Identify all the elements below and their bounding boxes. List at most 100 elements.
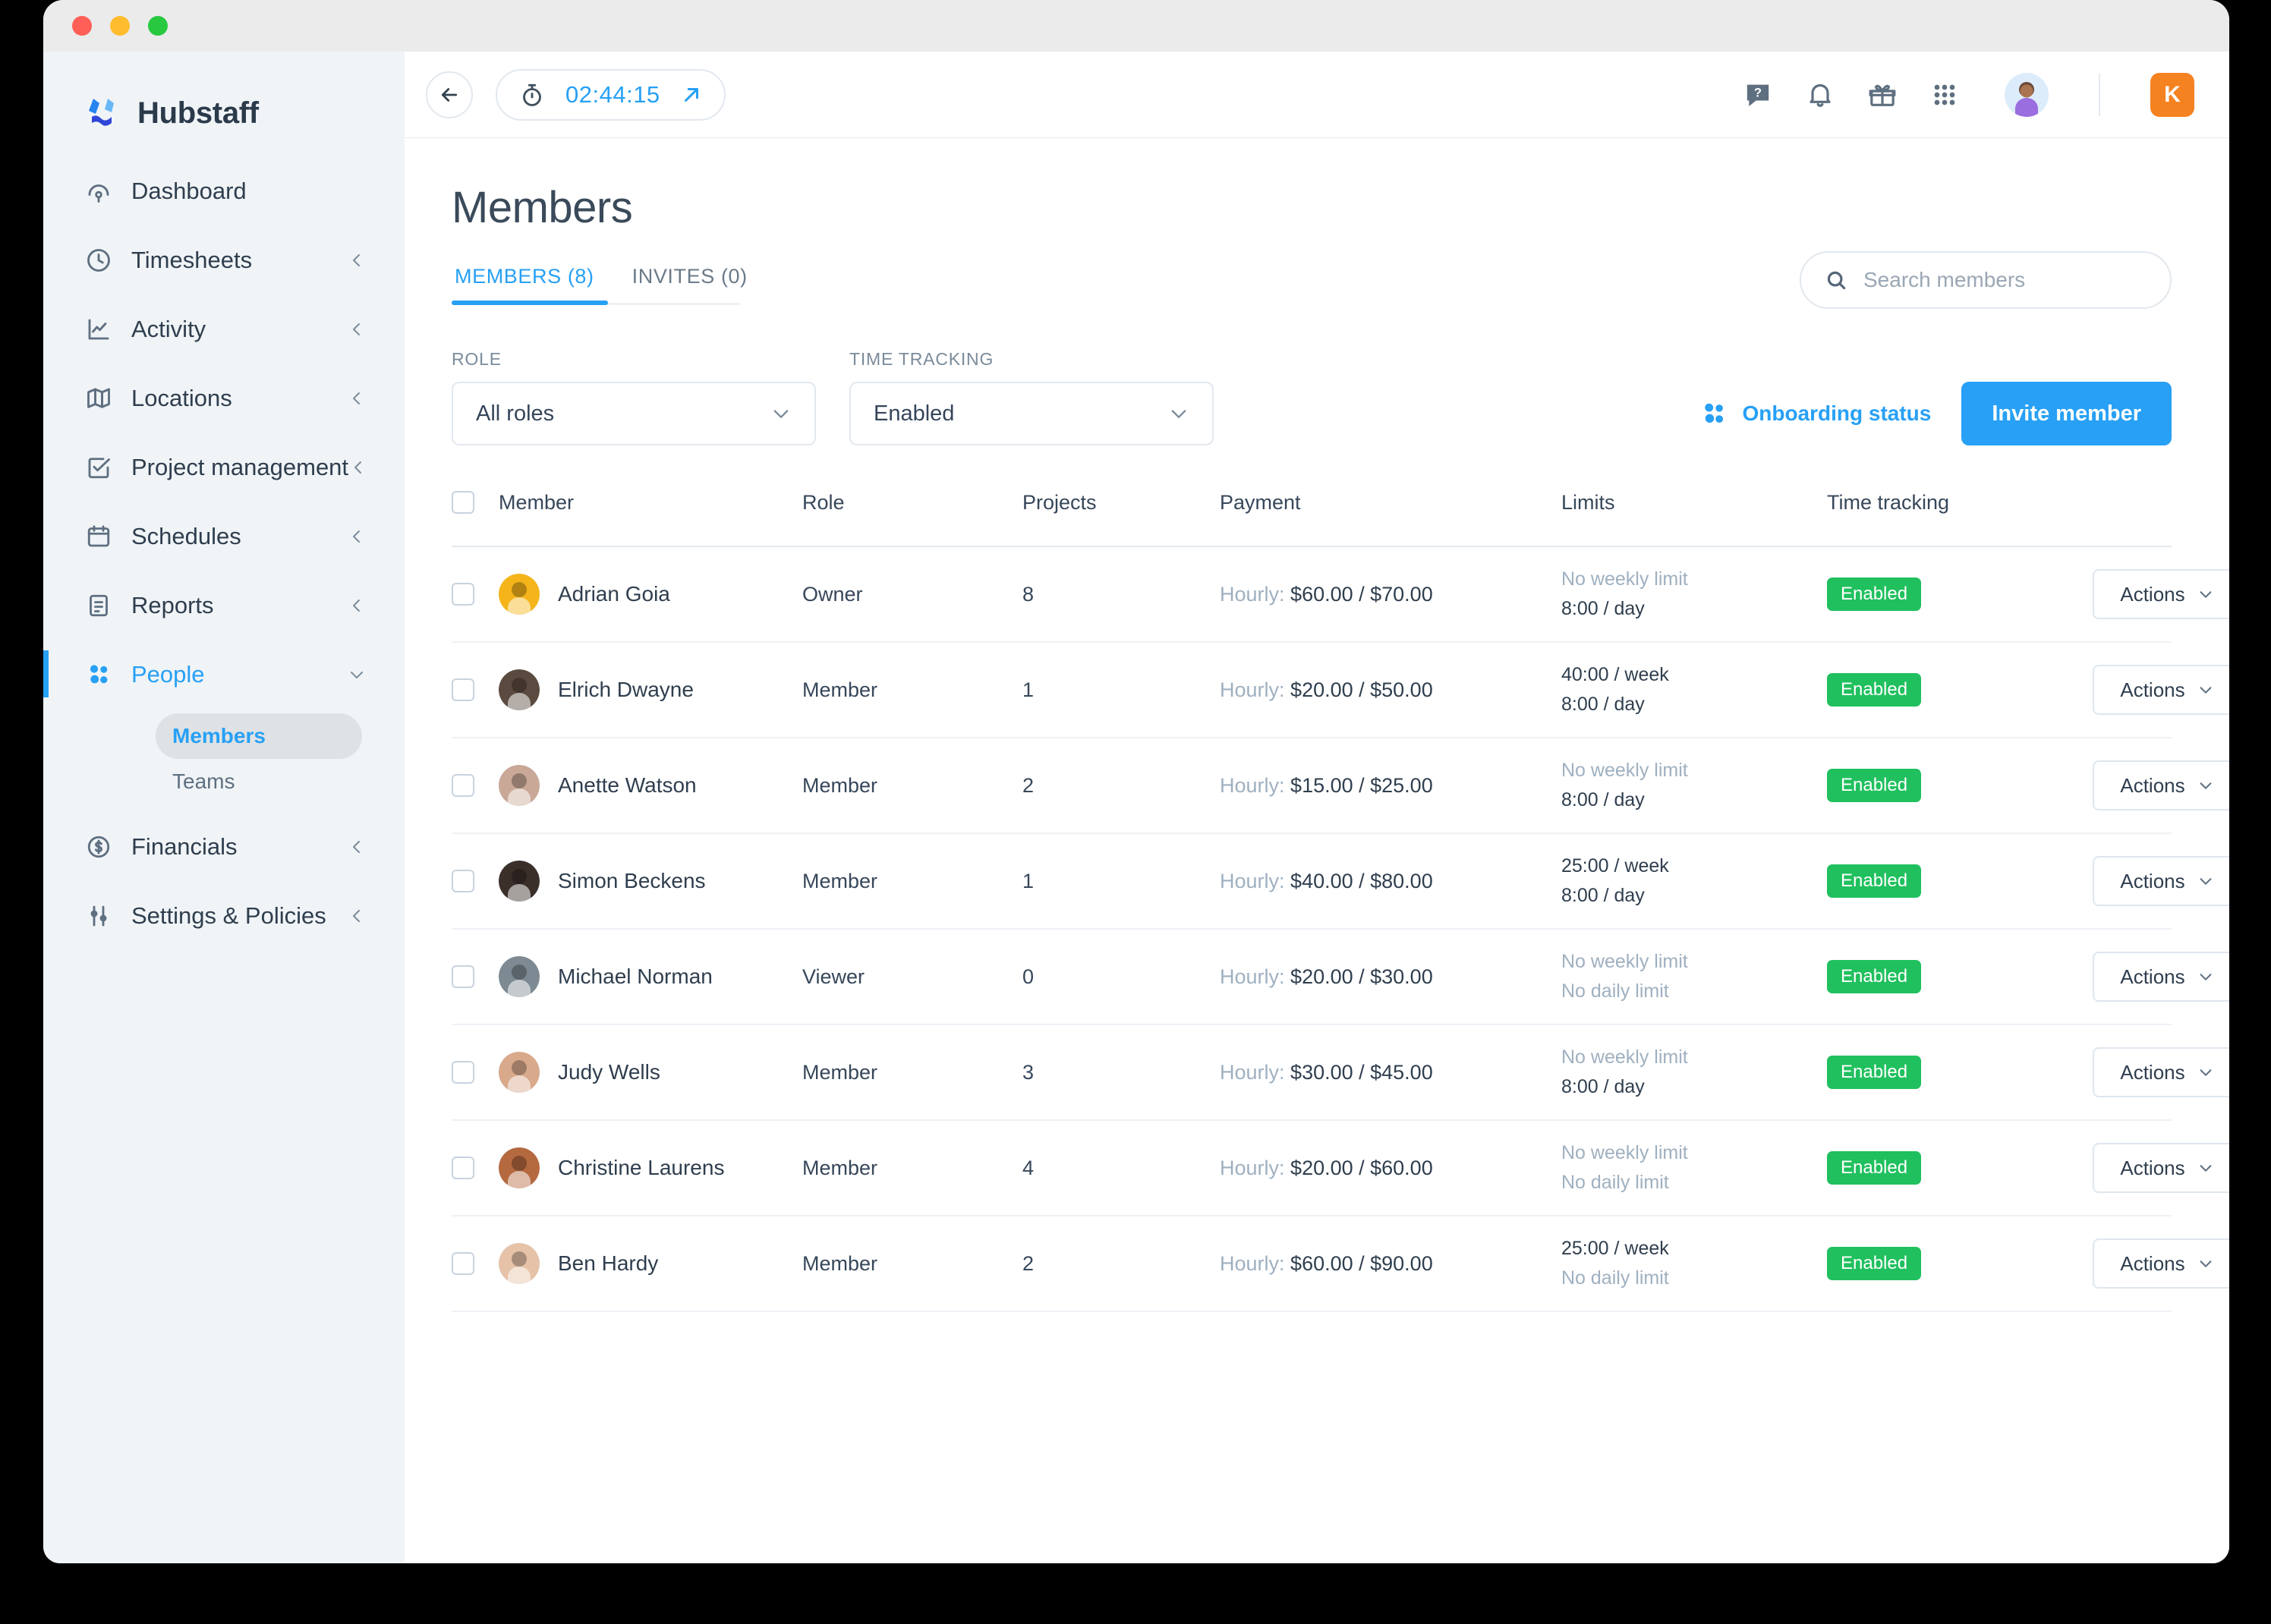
row-checkbox[interactable] (452, 1157, 474, 1179)
time-tracking-cell: Enabled (1827, 1247, 2093, 1280)
sidebar-item-activity[interactable]: Activity (43, 294, 405, 364)
actions-cell: Actions (2093, 1047, 2229, 1097)
role-cell: Owner (802, 582, 863, 606)
row-checkbox[interactable] (452, 774, 474, 797)
actions-button[interactable]: Actions (2093, 1047, 2229, 1097)
sidebar-item-project-management[interactable]: Project management (43, 433, 405, 502)
chevron-down-icon (770, 403, 792, 424)
member-name: Adrian Goia (558, 582, 670, 606)
actions-button[interactable]: Actions (2093, 760, 2229, 810)
sidebar-item-settings-policies[interactable]: Settings & Policies (43, 881, 405, 950)
table-row[interactable]: Simon Beckens Member 1 Hourly: $40.00 / $80… (452, 834, 2229, 930)
payment-prefix: Hourly: (1220, 1156, 1285, 1179)
status-badge: Enabled (1827, 960, 1922, 993)
table-header-row: Member Role Projects Payment Limits Time… (452, 488, 2172, 547)
sidebar-item-dashboard[interactable]: Dashboard (43, 156, 405, 225)
row-checkbox[interactable] (452, 870, 474, 892)
actions-cell: Actions (2093, 1143, 2229, 1193)
tab-invites[interactable]: INVITES (0) (629, 265, 761, 305)
sidebar-item-label: Activity (131, 315, 206, 342)
back-button[interactable] (426, 71, 473, 118)
select-all-checkbox[interactable] (452, 491, 474, 514)
payment-cell: Hourly: $60.00 / $90.00 (1220, 1252, 1561, 1276)
weekly-limit: 40:00 / week (1561, 664, 1669, 686)
gift-icon[interactable] (1866, 79, 1898, 111)
report-icon (83, 590, 115, 622)
search-box[interactable] (1800, 251, 2172, 309)
user-avatar[interactable] (2005, 72, 2049, 117)
sidebar-item-locations[interactable]: Locations (43, 364, 405, 433)
sidebar-item-schedules[interactable]: Schedules (43, 502, 405, 571)
row-checkbox-cell (452, 583, 499, 606)
invite-member-button[interactable]: Invite member (1961, 382, 2172, 445)
sidebar-subitem-members[interactable]: Members (156, 713, 362, 759)
actions-button[interactable]: Actions (2093, 1143, 2229, 1193)
limits-cell: No weekly limit No daily limit (1561, 1138, 1827, 1198)
tab-members[interactable]: MEMBERS (8) (452, 265, 608, 305)
projects-cell: 4 (1022, 1156, 1035, 1179)
filters-row: ROLE All roles TIME TRACKING Enabled Onb… (452, 349, 2172, 445)
actions-button[interactable]: Actions (2093, 856, 2229, 906)
table-row[interactable]: Christine Laurens Member 4 Hourly: $20.00 /… (452, 1121, 2229, 1216)
row-checkbox[interactable] (452, 678, 474, 701)
payment-cell: Hourly: $40.00 / $80.00 (1220, 870, 1561, 893)
table-row[interactable]: Elrich Dwayne Member 1 Hourly: $20.00 / $50… (452, 643, 2229, 738)
row-checkbox[interactable] (452, 1252, 474, 1275)
sidebar: Hubstaff Dashboard Timesheets Activity L… (43, 52, 405, 1563)
payment-prefix: Hourly: (1220, 1251, 1285, 1275)
sidebar-item-reports[interactable]: Reports (43, 571, 405, 640)
maximize-window-button[interactable] (148, 16, 168, 36)
table-row[interactable]: Ben Hardy Member 2 Hourly: $60.00 / $90.00 2… (452, 1216, 2229, 1312)
time-tracking-select[interactable]: Enabled (849, 382, 1214, 445)
table-row[interactable]: Adrian Goia Owner 8 Hourly: $60.00 / $70.00… (452, 547, 2229, 643)
avatar (499, 1147, 540, 1188)
table-row[interactable]: Anette Watson Member 2 Hourly: $15.00 / $25… (452, 738, 2229, 834)
actions-button[interactable]: Actions (2093, 1238, 2229, 1289)
daily-limit: No daily limit (1561, 1172, 1669, 1193)
row-checkbox[interactable] (452, 965, 474, 988)
chart-icon (83, 313, 115, 345)
payment-cell: Hourly: $15.00 / $25.00 (1220, 774, 1561, 798)
timer-widget[interactable]: 02:44:15 (496, 68, 726, 121)
arrow-left-icon (438, 83, 461, 106)
sidebar-item-people[interactable]: People (43, 640, 405, 709)
actions-button-label: Actions (2120, 869, 2185, 892)
payment-value: $20.00 / $30.00 (1290, 965, 1433, 988)
actions-button[interactable]: Actions (2093, 665, 2229, 715)
sidebar-subitem-teams[interactable]: Teams (156, 759, 362, 804)
row-checkbox-cell (452, 774, 499, 797)
search-input[interactable] (1863, 268, 2147, 292)
role-select[interactable]: All roles (452, 382, 816, 445)
table-row[interactable]: Judy Wells Member 3 Hourly: $30.00 / $45.00… (452, 1025, 2229, 1121)
avatar (499, 669, 540, 710)
projects-cell: 2 (1022, 1251, 1035, 1275)
member-cell: Ben Hardy (499, 1243, 802, 1284)
actions-button[interactable]: Actions (2093, 569, 2229, 619)
grid-apps-icon[interactable] (1929, 79, 1961, 111)
table-row[interactable]: Michael Norman Viewer 0 Hourly: $20.00 / $3… (452, 930, 2229, 1025)
bell-icon[interactable] (1804, 79, 1836, 111)
sidebar-item-financials[interactable]: Financials (43, 812, 405, 881)
search-icon (1824, 268, 1848, 292)
projects-cell: 2 (1022, 773, 1035, 797)
brand[interactable]: Hubstaff (43, 52, 405, 140)
minimize-window-button[interactable] (110, 16, 130, 36)
actions-button[interactable]: Actions (2093, 952, 2229, 1002)
weekly-limit: 25:00 / week (1561, 1238, 1669, 1260)
sidebar-nav: Dashboard Timesheets Activity Locations … (43, 156, 405, 950)
status-badge: Enabled (1827, 673, 1922, 707)
arrow-up-right-icon[interactable] (680, 83, 703, 106)
row-checkbox[interactable] (452, 1061, 474, 1084)
select-all-checkbox-cell (452, 488, 499, 514)
row-checkbox[interactable] (452, 583, 474, 606)
close-window-button[interactable] (72, 16, 92, 36)
chevron-down-icon (2197, 1064, 2214, 1081)
onboarding-status-link[interactable]: Onboarding status (1699, 399, 1931, 428)
member-cell: Anette Watson (499, 765, 802, 806)
avatar (499, 765, 540, 806)
timer-value: 02:44:15 (565, 80, 660, 108)
chevron-left-icon (347, 250, 367, 270)
account-badge[interactable]: K (2150, 72, 2194, 117)
sidebar-item-timesheets[interactable]: Timesheets (43, 225, 405, 294)
help-icon[interactable]: ? (1742, 79, 1774, 111)
